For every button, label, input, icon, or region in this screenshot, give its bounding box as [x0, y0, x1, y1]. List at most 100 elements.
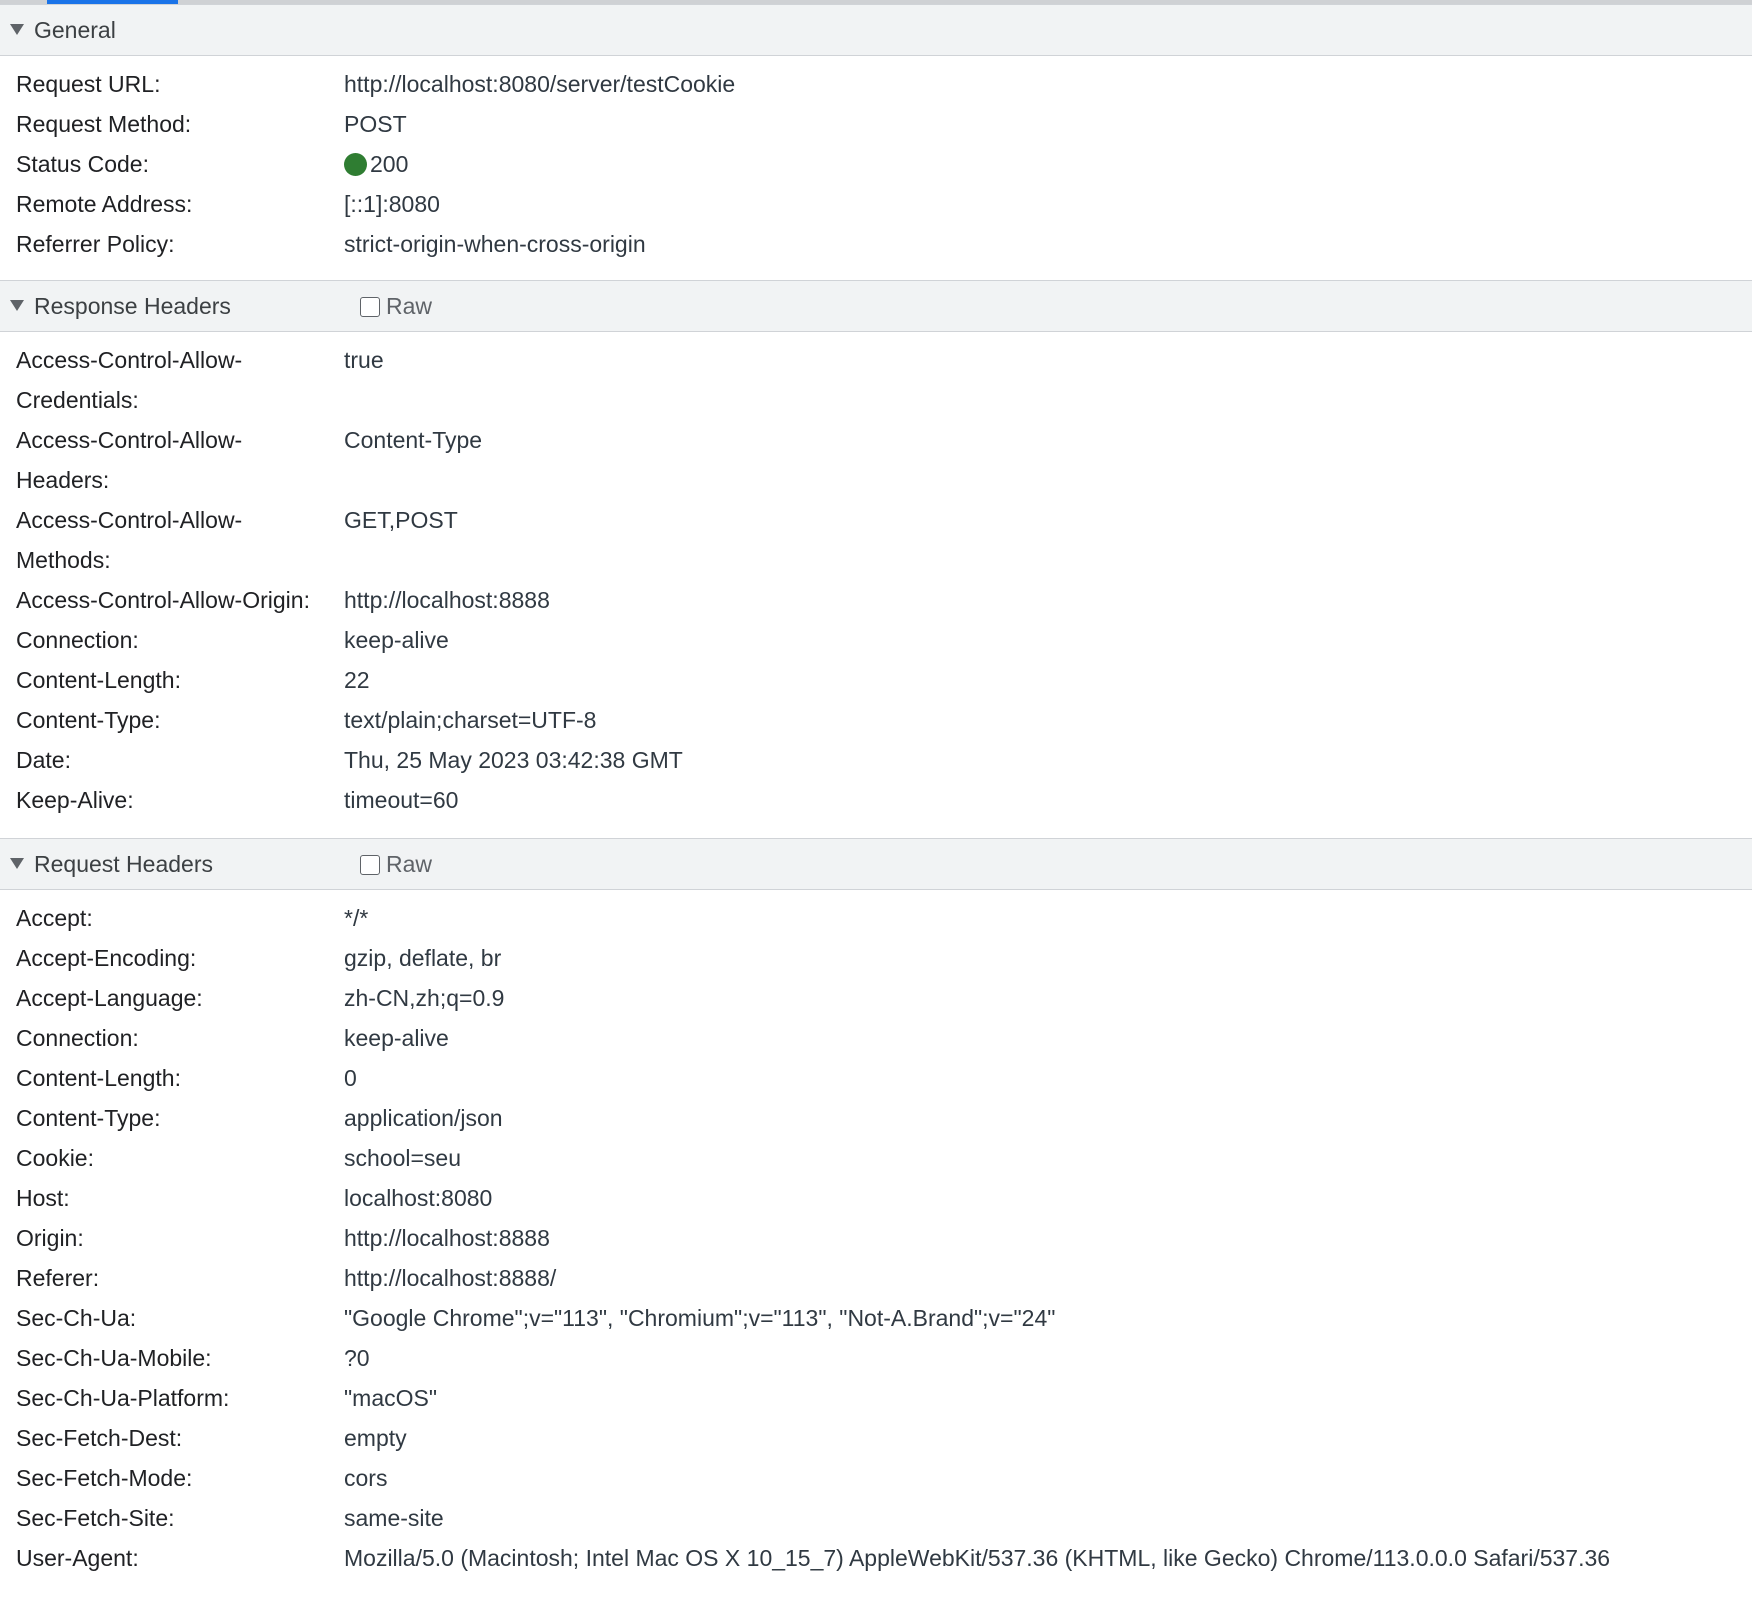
header-row: Status Code: 200 — [0, 144, 1752, 184]
response-headers-section: Response Headers Raw Access-Control-Allo… — [0, 280, 1752, 820]
header-name: Sec-Fetch-Site: — [16, 1505, 175, 1531]
section-title: Response Headers — [34, 293, 231, 319]
header-row: Accept-Language: zh-CN,zh;q=0.9 — [0, 978, 1752, 1018]
header-row: Sec-Fetch-Site: same-site — [0, 1498, 1752, 1538]
header-row: Accept: */* — [0, 898, 1752, 938]
header-name: Request Method: — [16, 111, 192, 137]
header-name: Date: — [16, 747, 71, 773]
header-value: 22 — [344, 667, 370, 693]
header-name: Connection: — [16, 627, 139, 653]
header-row: Connection: keep-alive — [0, 620, 1752, 660]
header-name: Content-Type: — [16, 707, 161, 733]
header-row: Referer: http://localhost:8888/ — [0, 1258, 1752, 1298]
section-title: General — [34, 17, 116, 43]
status-code-text: 200 — [370, 151, 409, 177]
header-row: Sec-Fetch-Dest: empty — [0, 1418, 1752, 1458]
header-name: Access-Control-Allow-Origin: — [16, 587, 310, 613]
header-value: cors — [344, 1465, 388, 1491]
header-name: Sec-Fetch-Mode: — [16, 1465, 193, 1491]
header-row: Content-Type: application/json — [0, 1098, 1752, 1138]
header-name: Content-Length: — [16, 667, 181, 693]
header-row: Date: Thu, 25 May 2023 03:42:38 GMT — [0, 740, 1752, 780]
header-name: Accept-Encoding: — [16, 945, 197, 971]
header-name: Remote Address: — [16, 191, 193, 217]
header-value: "Google Chrome";v="113", "Chromium";v="1… — [344, 1305, 1056, 1331]
header-value: http://localhost:8080/server/testCookie — [344, 71, 736, 97]
response-headers-section-header[interactable]: Response Headers Raw — [0, 280, 1752, 332]
header-value: 0 — [344, 1065, 357, 1091]
header-row: Origin: http://localhost:8888 — [0, 1218, 1752, 1258]
raw-toggle[interactable]: Raw — [360, 851, 432, 878]
header-row: Request Method: POST — [0, 104, 1752, 144]
header-name: Sec-Ch-Ua-Mobile: — [16, 1345, 212, 1371]
header-name: Sec-Ch-Ua-Platform: — [16, 1385, 230, 1411]
header-row: Access-Control-Allow-Credentials: true — [0, 340, 1752, 420]
general-section-header[interactable]: General — [0, 4, 1752, 56]
header-name: Content-Length: — [16, 1065, 181, 1091]
header-value: "macOS" — [344, 1385, 438, 1411]
request-headers-section-header[interactable]: Request Headers Raw — [0, 838, 1752, 890]
header-row: Content-Length: 22 — [0, 660, 1752, 700]
header-value: http://localhost:8888 — [344, 1225, 550, 1251]
header-value: keep-alive — [344, 627, 449, 653]
header-row: Remote Address: [::1]:8080 — [0, 184, 1752, 224]
header-row: Sec-Ch-Ua-Platform: "macOS" — [0, 1378, 1752, 1418]
header-value: empty — [344, 1425, 407, 1451]
header-value: school=seu — [344, 1145, 461, 1171]
header-value: gzip, deflate, br — [344, 945, 502, 971]
raw-checkbox[interactable] — [360, 296, 380, 317]
header-row: Content-Type: text/plain;charset=UTF-8 — [0, 700, 1752, 740]
triangle-down-icon — [10, 858, 24, 869]
header-name: Accept-Language: — [16, 985, 203, 1011]
header-row: Accept-Encoding: gzip, deflate, br — [0, 938, 1752, 978]
header-value: http://localhost:8888 — [344, 587, 550, 613]
status-code-value: 200 — [344, 144, 1752, 184]
header-value: zh-CN,zh;q=0.9 — [344, 985, 505, 1011]
raw-checkbox[interactable] — [360, 854, 380, 875]
header-row: Connection: keep-alive — [0, 1018, 1752, 1058]
header-name: Sec-Ch-Ua: — [16, 1305, 137, 1331]
header-value: http://localhost:8888/ — [344, 1265, 557, 1291]
header-value: timeout=60 — [344, 787, 459, 813]
header-value: keep-alive — [344, 1025, 449, 1051]
header-name: Status Code: — [16, 151, 149, 177]
header-name: Connection: — [16, 1025, 139, 1051]
general-section: General Request URL: http://localhost:80… — [0, 4, 1752, 264]
header-name: Origin: — [16, 1225, 84, 1251]
header-name: Access-Control-Allow-Credentials: — [16, 347, 243, 413]
header-name: User-Agent: — [16, 1545, 139, 1571]
raw-label: Raw — [386, 293, 433, 319]
header-row: Keep-Alive: timeout=60 — [0, 780, 1752, 820]
header-row: Cookie: school=seu — [0, 1138, 1752, 1178]
header-row: User-Agent: Mozilla/5.0 (Macintosh; Intel… — [0, 1538, 1752, 1578]
response-header-rows: Access-Control-Allow-Credentials: true A… — [0, 332, 1752, 820]
header-name: Content-Type: — [16, 1105, 161, 1131]
header-value: application/json — [344, 1105, 503, 1131]
header-row: Access-Control-Allow-Headers: Content-Ty… — [0, 420, 1752, 500]
header-value: GET,POST — [344, 507, 458, 533]
header-name: Cookie: — [16, 1145, 94, 1171]
header-name: Keep-Alive: — [16, 787, 134, 813]
header-row: Access-Control-Allow-Methods: GET,POST — [0, 500, 1752, 580]
header-row: Referrer Policy: strict-origin-when-cros… — [0, 224, 1752, 264]
raw-label: Raw — [386, 851, 433, 877]
raw-toggle[interactable]: Raw — [360, 293, 432, 320]
header-value: [::1]:8080 — [344, 191, 440, 217]
header-row: Sec-Fetch-Mode: cors — [0, 1458, 1752, 1498]
header-value: Mozilla/5.0 (Macintosh; Intel Mac OS X 1… — [344, 1545, 1611, 1571]
header-row: Host: localhost:8080 — [0, 1178, 1752, 1218]
header-value: true — [344, 347, 384, 373]
general-rows: Request URL: http://localhost:8080/serve… — [0, 56, 1752, 264]
header-name: Host: — [16, 1185, 70, 1211]
header-value: same-site — [344, 1505, 444, 1531]
triangle-down-icon — [10, 300, 24, 311]
header-name: Sec-Fetch-Dest: — [16, 1425, 183, 1451]
header-value: ?0 — [344, 1345, 370, 1371]
header-value: strict-origin-when-cross-origin — [344, 231, 646, 257]
header-row: Sec-Ch-Ua: "Google Chrome";v="113", "Chro… — [0, 1298, 1752, 1338]
triangle-down-icon — [10, 24, 24, 35]
header-name: Access-Control-Allow-Methods: — [16, 507, 243, 573]
section-title: Request Headers — [34, 851, 213, 877]
header-name: Referer: — [16, 1265, 100, 1291]
header-value: localhost:8080 — [344, 1185, 493, 1211]
